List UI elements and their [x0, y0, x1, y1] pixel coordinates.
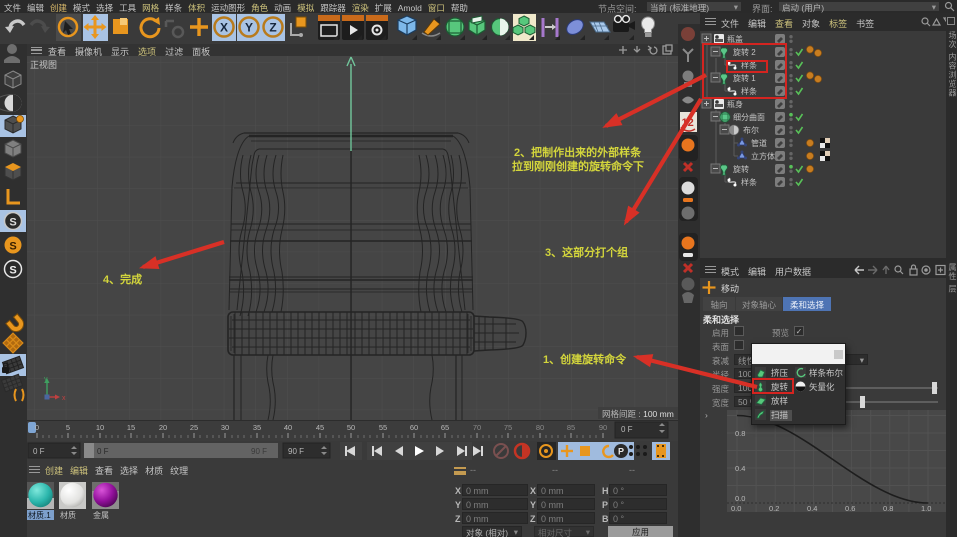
svg-text:S: S: [9, 241, 16, 253]
svg-text:X: X: [220, 21, 228, 35]
svg-text:0.4: 0.4: [735, 464, 745, 473]
svg-text:0.8: 0.8: [735, 429, 745, 438]
svg-text:旋转: 旋转: [733, 164, 749, 174]
svg-text:12: 12: [682, 117, 694, 129]
svg-text:Y: Y: [245, 21, 253, 35]
svg-text:0.0: 0.0: [731, 504, 741, 512]
svg-text:0: 0: [35, 423, 39, 432]
svg-text:放样: 放样: [771, 396, 789, 406]
svg-text:50: 50: [347, 423, 355, 432]
svg-text:35: 35: [253, 423, 261, 432]
svg-text:管道: 管道: [751, 138, 767, 148]
svg-text:1.0: 1.0: [921, 504, 931, 512]
svg-text:0.0: 0.0: [735, 494, 745, 503]
svg-text:金属: 金属: [93, 510, 109, 520]
svg-text:材质: 材质: [60, 510, 76, 520]
svg-text:材质.1: 材质.1: [28, 510, 51, 520]
svg-text:55: 55: [379, 423, 387, 432]
svg-text:20: 20: [159, 423, 167, 432]
svg-text:0.8: 0.8: [883, 504, 893, 512]
svg-text:矢量化: 矢量化: [809, 382, 835, 392]
svg-text:0.2: 0.2: [769, 504, 779, 512]
svg-text:65: 65: [441, 423, 449, 432]
svg-text:0 F: 0 F: [33, 447, 45, 456]
svg-text:扫描: 扫描: [771, 410, 789, 420]
svg-text:y: y: [44, 376, 48, 383]
svg-text:30: 30: [221, 423, 229, 432]
svg-text:60: 60: [410, 423, 418, 432]
svg-text:85: 85: [567, 423, 575, 432]
svg-text:5: 5: [66, 423, 70, 432]
svg-text:0 F: 0 F: [97, 447, 109, 456]
svg-text:90 F: 90 F: [251, 447, 267, 456]
svg-text:布尔: 布尔: [743, 125, 759, 135]
svg-text:25: 25: [190, 423, 198, 432]
svg-text:x: x: [62, 395, 66, 402]
svg-text:10: 10: [96, 423, 104, 432]
svg-text:P: P: [618, 447, 624, 457]
svg-text:瓶身: 瓶身: [727, 99, 743, 109]
svg-text:细分曲面: 细分曲面: [733, 112, 765, 122]
svg-text:75: 75: [504, 423, 512, 432]
svg-text:样条: 样条: [741, 177, 757, 187]
svg-text:Z: Z: [269, 21, 276, 35]
svg-text:S: S: [9, 265, 16, 277]
svg-text:15: 15: [127, 423, 135, 432]
svg-text:45: 45: [316, 423, 324, 432]
svg-text:0.6: 0.6: [845, 504, 855, 512]
svg-text:0 F: 0 F: [621, 425, 633, 434]
svg-text:S: S: [9, 217, 16, 229]
svg-text:立方体: 立方体: [751, 151, 775, 161]
svg-text:40: 40: [284, 423, 292, 432]
svg-text:挤压: 挤压: [771, 368, 789, 378]
svg-text:90 F: 90 F: [288, 447, 304, 456]
svg-text:70: 70: [473, 423, 481, 432]
svg-text:90: 90: [599, 423, 607, 432]
svg-text:0.4: 0.4: [807, 504, 817, 512]
svg-text:样条布尔: 样条布尔: [809, 368, 844, 378]
svg-text:80: 80: [536, 423, 544, 432]
